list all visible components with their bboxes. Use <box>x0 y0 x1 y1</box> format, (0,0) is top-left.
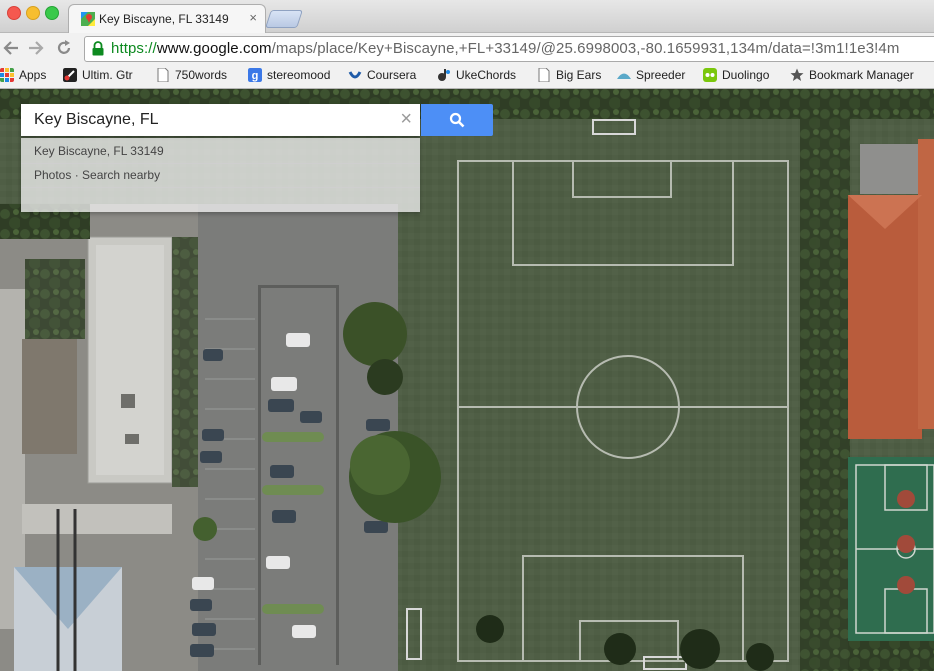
coursera-icon <box>348 71 362 79</box>
page-icon <box>538 68 550 82</box>
close-window-button[interactable] <box>7 6 21 20</box>
bookmark-label: Bookmark Manager <box>809 68 914 82</box>
spreeder-icon <box>617 73 631 79</box>
suggestions-panel: Key Biscayne, FL 33149 Photos · Search n… <box>21 138 420 212</box>
bookmark-label: Big Ears <box>556 68 602 82</box>
bookmark-label: Ultim. Gtr <box>82 68 133 82</box>
google-g-icon: g <box>248 68 262 82</box>
search-button[interactable] <box>421 104 493 136</box>
duolingo-icon <box>703 68 717 82</box>
browser-title-bar: Key Biscayne, FL 33149 × <box>0 0 934 33</box>
bookmark-spreeder[interactable]: Spreeder <box>617 68 685 82</box>
bookmark-big-ears[interactable]: Big Ears <box>537 68 601 82</box>
url-path: /maps/place/Key+Biscayne,+FL+33149/@25.6… <box>271 40 900 57</box>
new-tab-button[interactable] <box>265 10 303 28</box>
guitar-icon <box>63 68 77 82</box>
clear-search-button[interactable]: × <box>400 109 412 129</box>
star-icon <box>790 68 804 81</box>
suggestion-actions[interactable]: Photos · Search nearby <box>34 168 160 182</box>
bookmark-apps[interactable]: Apps <box>0 68 46 82</box>
bookmark-manager[interactable]: Bookmark Manager <box>790 68 914 82</box>
bookmark-label: Apps <box>19 68 47 82</box>
bookmark-label: Duolingo <box>722 68 770 82</box>
bookmark-coursera[interactable]: Coursera <box>348 68 416 82</box>
divider <box>21 163 420 164</box>
bookmark-stereomood[interactable]: g stereomood <box>248 68 330 82</box>
search-icon <box>449 112 465 128</box>
bookmark-label: stereomood <box>267 68 331 82</box>
search-input[interactable] <box>34 110 374 130</box>
url-text: https://www.google.com/maps/place/Key+Bi… <box>111 40 899 57</box>
browser-tab[interactable]: Key Biscayne, FL 33149 × <box>68 4 266 33</box>
bookmark-label: 750words <box>175 68 228 82</box>
page-icon <box>157 68 169 82</box>
bookmark-duolingo[interactable]: Duolingo <box>703 68 769 82</box>
back-arrow-icon[interactable] <box>2 39 20 57</box>
suggestion-address[interactable]: Key Biscayne, FL 33149 <box>34 144 164 158</box>
bookmark-label: UkeChords <box>456 68 517 82</box>
secure-lock-icon <box>92 41 104 56</box>
bookmark-ukechords[interactable]: UkeChords <box>437 68 516 82</box>
url-domain: www.google.com <box>156 40 272 57</box>
bookmark-750words[interactable]: 750words <box>156 68 227 82</box>
zoom-window-button[interactable] <box>45 6 59 20</box>
bookmark-label: Spreeder <box>636 68 686 82</box>
reload-icon[interactable] <box>55 39 73 57</box>
forward-arrow-icon[interactable] <box>27 39 45 57</box>
maps-favicon-icon <box>81 12 95 26</box>
apps-grid-icon <box>0 68 14 82</box>
tab-close-button[interactable]: × <box>249 10 257 25</box>
bookmark-label: Coursera <box>367 68 417 82</box>
tab-title: Key Biscayne, FL 33149 <box>99 12 229 26</box>
url-scheme: https:// <box>111 40 157 57</box>
search-box: × <box>21 104 420 136</box>
ukechords-icon <box>438 69 450 81</box>
address-bar[interactable]: https://www.google.com/maps/place/Key+Bi… <box>84 36 934 62</box>
divider <box>21 187 420 188</box>
browser-toolbar: https://www.google.com/maps/place/Key+Bi… <box>0 33 934 64</box>
minimize-window-button[interactable] <box>26 6 40 20</box>
svg-text:g: g <box>252 70 259 82</box>
bookmark-ultimate-guitar[interactable]: Ultim. Gtr <box>63 68 133 82</box>
bookmarks-bar: Apps Ultim. Gtr 750words g stereomood Co… <box>0 64 934 89</box>
